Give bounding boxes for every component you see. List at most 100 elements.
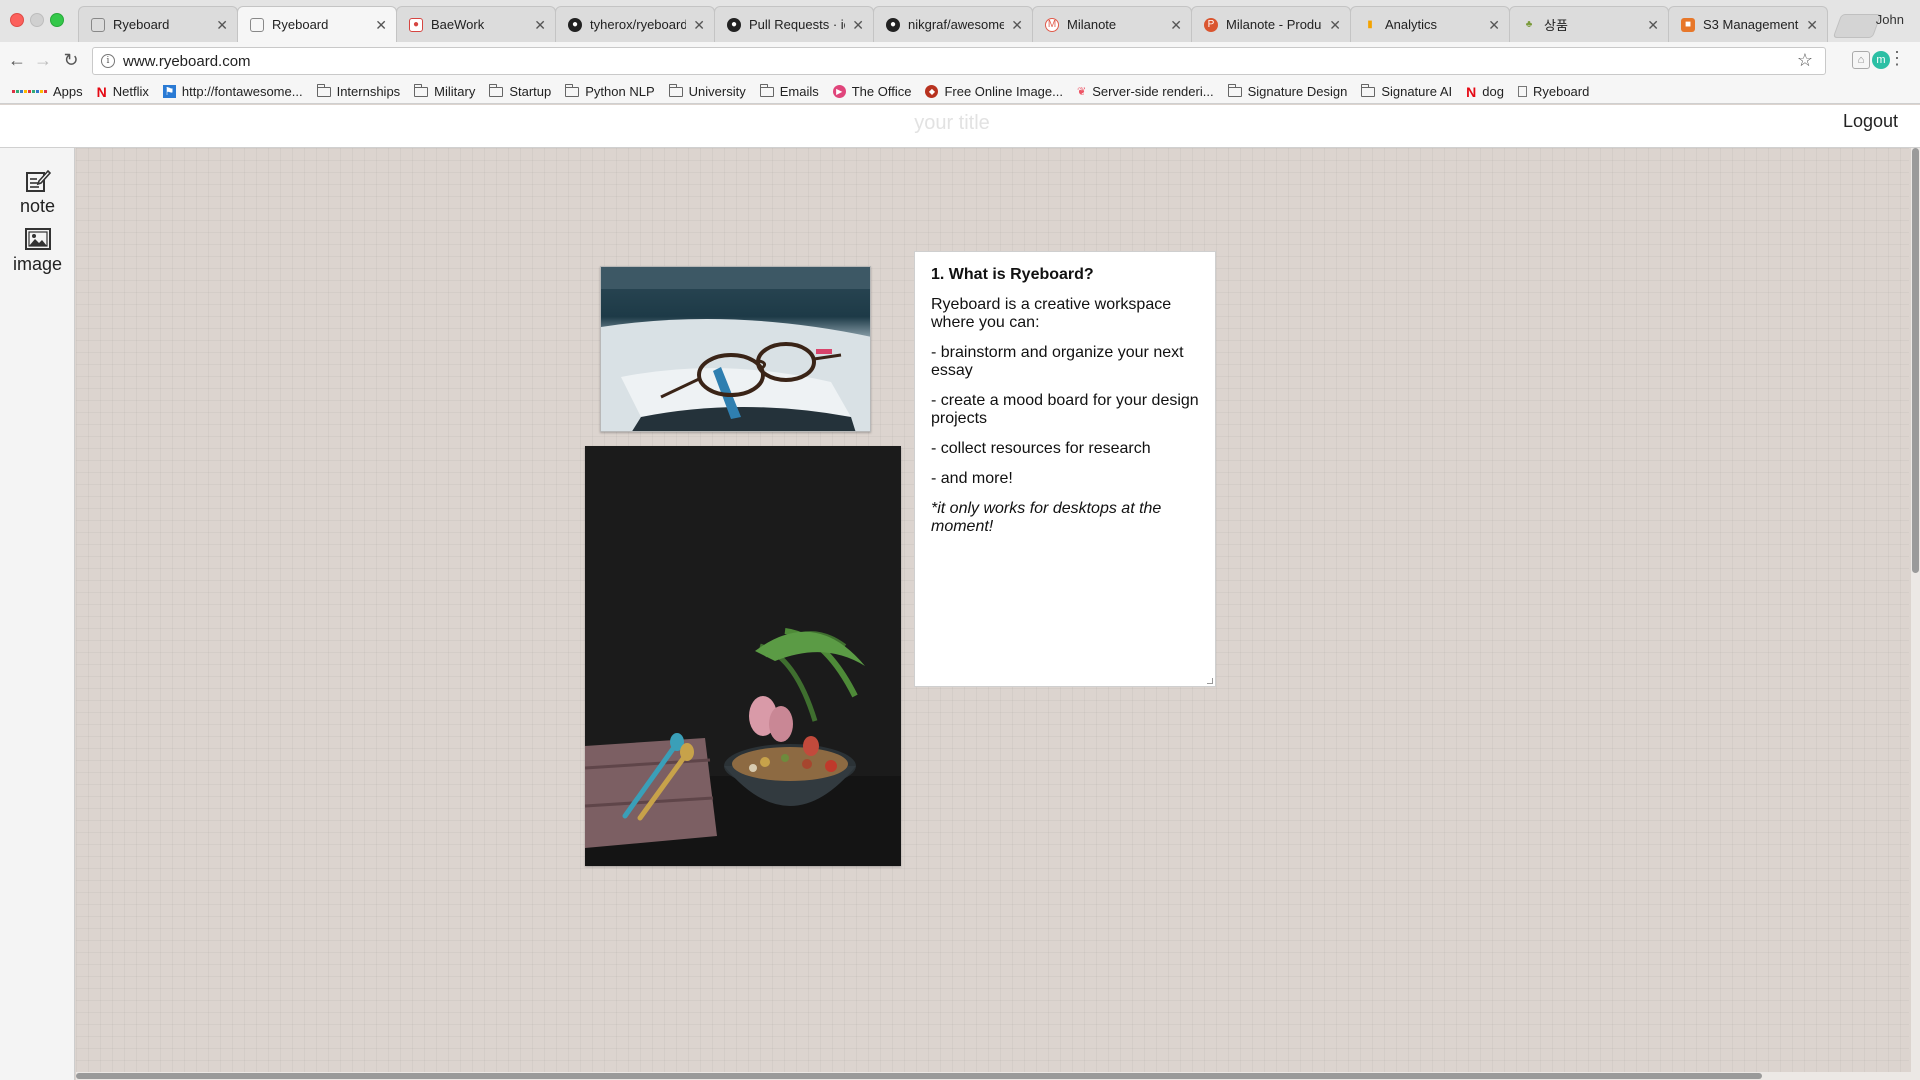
browser-tab[interactable]: ● Pull Requests · ice ✕: [714, 6, 874, 42]
browser-tab[interactable]: ♣ 상품 ✕: [1509, 6, 1669, 42]
forward-arrow-icon[interactable]: →: [32, 50, 54, 71]
tab-close-icon[interactable]: ✕: [1170, 17, 1182, 34]
window-close-button[interactable]: [10, 13, 24, 27]
logout-button[interactable]: Logout: [1843, 111, 1898, 132]
note-line: - create a mood board for your design pr…: [931, 392, 1199, 427]
browser-tab[interactable]: P Milanote - Product ✕: [1191, 6, 1351, 42]
tab-close-icon[interactable]: ✕: [216, 17, 228, 34]
tab-close-icon[interactable]: ✕: [375, 17, 387, 34]
bookmark-folder-startup[interactable]: Startup: [489, 83, 551, 99]
tab-title: BaeWork: [431, 17, 485, 32]
vertical-scroll-thumb[interactable]: [1912, 148, 1919, 573]
netflix-icon: N: [96, 83, 107, 100]
netflix-icon: N: [1466, 83, 1477, 100]
glasses-on-book-photo[interactable]: [600, 266, 871, 432]
tab-title: 상품: [1544, 18, 1568, 33]
bookmark-fontawesome[interactable]: ⚑ http://fontawesome...: [162, 84, 303, 99]
baework-icon: ●: [409, 17, 423, 32]
browser-menu-icon[interactable]: ⋮: [1888, 48, 1906, 69]
add-note-button[interactable]: note: [0, 168, 75, 217]
horizontal-scroll-thumb[interactable]: [76, 1073, 1762, 1079]
producthunt-icon: P: [1204, 17, 1218, 32]
browser-tab[interactable]: ● nikgraf/awesome- ✕: [873, 6, 1033, 42]
tab-strip: Ryeboard ✕ Ryeboard ✕ ● BaeWork ✕ ● tyherox/r…: [78, 6, 1882, 42]
back-arrow-icon[interactable]: ←: [6, 50, 28, 71]
bookmark-folder-military[interactable]: Military: [414, 83, 475, 99]
note-edit-icon: [25, 169, 51, 192]
tab-title: Ryeboard: [113, 17, 170, 32]
browser-tab[interactable]: ● BaeWork ✕: [396, 6, 556, 42]
bookmark-folder-university[interactable]: University: [668, 83, 746, 99]
page-icon: [1517, 86, 1527, 97]
shop-icon: ♣: [1525, 19, 1533, 30]
bookmark-ryeboard[interactable]: Ryeboard: [1517, 84, 1589, 99]
browser-tab[interactable]: ● tyherox/ryeboard: ✕: [555, 6, 715, 42]
tab-close-icon[interactable]: ✕: [1806, 17, 1818, 34]
tab-close-icon[interactable]: ✕: [1329, 17, 1341, 34]
vertical-scrollbar[interactable]: [1911, 148, 1920, 1080]
note-line: - collect resources for research: [931, 440, 1151, 457]
reload-icon[interactable]: ↻: [60, 50, 82, 71]
info-icon[interactable]: i: [101, 54, 115, 68]
bookmark-star-icon[interactable]: ☆: [1797, 50, 1813, 71]
note-heading: 1. What is Ryeboard?: [931, 266, 1094, 283]
folder-icon: [668, 83, 683, 97]
bookmark-folder-signature-ai[interactable]: Signature AI: [1361, 83, 1452, 99]
profile-name[interactable]: John: [1876, 12, 1904, 27]
tab-title: Pull Requests · ice: [749, 17, 845, 32]
note-line: Ryeboard is a creative workspace where y…: [931, 296, 1172, 331]
bookmark-folder-emails[interactable]: Emails: [759, 83, 819, 99]
browser-tab[interactable]: ■ S3 Management C ✕: [1668, 6, 1828, 42]
tulips-and-bowl-photo[interactable]: [585, 446, 901, 866]
bookmark-apps[interactable]: Apps: [12, 84, 83, 99]
bookmark-folder-internships[interactable]: Internships: [316, 83, 400, 99]
note-resize-handle[interactable]: [1207, 678, 1213, 684]
extension-icon[interactable]: ⌂: [1852, 51, 1870, 69]
folder-icon: [1227, 83, 1242, 97]
browser-tab[interactable]: Ryeboard ✕: [78, 6, 238, 42]
note-card[interactable]: 1. What is Ryeboard? Ryeboard is a creat…: [914, 251, 1216, 687]
tab-close-icon[interactable]: ✕: [1011, 17, 1023, 34]
github-icon: ●: [568, 17, 582, 32]
horizontal-scrollbar[interactable]: [76, 1072, 1911, 1080]
tab-title: S3 Management C: [1703, 17, 1799, 32]
tab-title: Ryeboard: [272, 17, 329, 32]
folder-icon: [565, 83, 580, 97]
add-image-button[interactable]: image: [0, 226, 75, 275]
tab-title: Milanote - Product: [1226, 17, 1322, 32]
bookmark-dog[interactable]: Ndog: [1466, 84, 1504, 100]
bookmark-folder-signature-design[interactable]: Signature Design: [1227, 83, 1347, 99]
bookmark-free-online-image[interactable]: ◆ Free Online Image...: [925, 84, 1063, 99]
tab-title: tyherox/ryeboard:: [590, 17, 686, 32]
github-icon: ●: [727, 17, 741, 32]
photo-tulips-image: [585, 446, 901, 866]
new-tab-button[interactable]: [1832, 14, 1882, 38]
window-maximize-button[interactable]: [50, 13, 64, 27]
board-canvas[interactable]: 1. What is Ryeboard? Ryeboard is a creat…: [76, 148, 1909, 1072]
browser-tab-bar: Ryeboard ✕ Ryeboard ✕ ● BaeWork ✕ ● tyherox/r…: [0, 0, 1920, 42]
folder-icon: [316, 83, 331, 97]
analytics-icon: ▮: [1367, 19, 1373, 30]
tab-close-icon[interactable]: ✕: [852, 17, 864, 34]
folder-icon: [489, 83, 504, 97]
bookmark-the-office[interactable]: ▶ The Office: [832, 84, 911, 99]
page-icon: [250, 17, 264, 32]
browser-tab-active[interactable]: Ryeboard ✕: [237, 6, 397, 42]
tab-close-icon[interactable]: ✕: [534, 17, 546, 34]
note-footnote: *it only works for desktops at the momen…: [931, 500, 1162, 535]
board-title-input[interactable]: your title: [0, 112, 1904, 135]
tab-close-icon[interactable]: ✕: [1488, 17, 1500, 34]
address-bar[interactable]: i www.ryeboard.com ☆: [92, 47, 1826, 75]
tool-sidebar: note image: [0, 148, 75, 1080]
browser-tab[interactable]: ▮ Analytics ✕: [1350, 6, 1510, 42]
folder-icon: [414, 83, 429, 97]
window-minimize-button[interactable]: [30, 13, 44, 27]
note-line: - brainstorm and organize your next essa…: [931, 344, 1184, 379]
aws-icon: ■: [1681, 17, 1695, 32]
tab-close-icon[interactable]: ✕: [693, 17, 705, 34]
bookmark-folder-python-nlp[interactable]: Python NLP: [565, 83, 655, 99]
browser-tab[interactable]: M Milanote ✕: [1032, 6, 1192, 42]
bookmark-netflix[interactable]: N Netflix: [97, 84, 149, 100]
tab-close-icon[interactable]: ✕: [1647, 17, 1659, 34]
bookmark-server-side[interactable]: ❦ Server-side renderi...: [1077, 84, 1214, 99]
